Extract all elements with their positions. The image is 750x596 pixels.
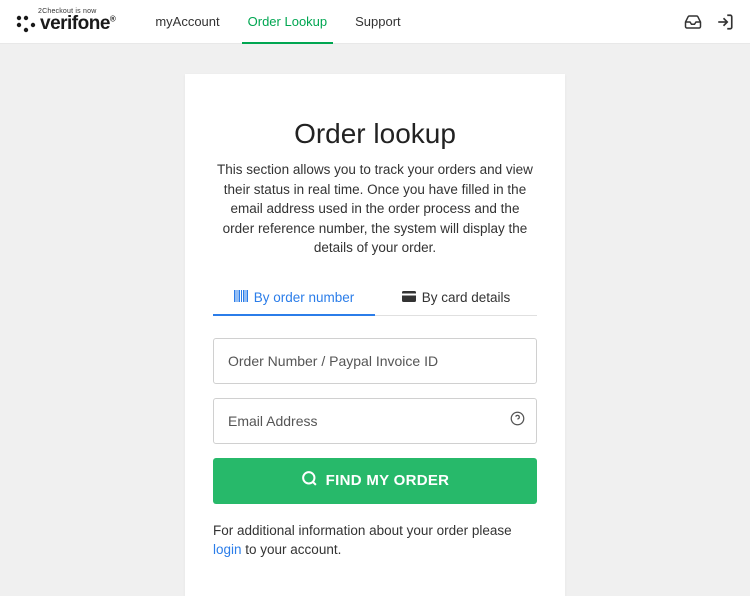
- button-label: FIND MY ORDER: [326, 472, 450, 489]
- tab-by-card-details[interactable]: By card details: [375, 280, 537, 315]
- order-number-field-wrap: [213, 338, 537, 384]
- nav-order-lookup[interactable]: Order Lookup: [234, 0, 342, 43]
- email-field-wrap: [213, 398, 537, 444]
- order-lookup-card: Order lookup This section allows you to …: [185, 74, 565, 596]
- barcode-icon: [234, 290, 248, 305]
- header-icons: [684, 13, 734, 31]
- logo-text: verifone®: [40, 13, 115, 35]
- login-icon[interactable]: [716, 13, 734, 31]
- tab-label: By card details: [422, 290, 511, 305]
- card-icon: [402, 290, 416, 305]
- tab-by-order-number[interactable]: By order number: [213, 280, 375, 315]
- order-number-input[interactable]: [213, 338, 537, 384]
- login-link[interactable]: login: [213, 542, 242, 557]
- find-order-button[interactable]: FIND MY ORDER: [213, 458, 537, 504]
- page-subtitle: This section allows you to track your or…: [213, 160, 537, 258]
- logo[interactable]: 2Checkout is now verifone®: [16, 8, 115, 35]
- inbox-icon[interactable]: [684, 13, 702, 31]
- tab-label: By order number: [254, 290, 355, 305]
- page-title: Order lookup: [213, 118, 537, 150]
- nav-support[interactable]: Support: [341, 0, 415, 43]
- email-input[interactable]: [213, 398, 537, 444]
- lookup-tabs: By order number By card details: [213, 280, 537, 316]
- help-icon[interactable]: [510, 411, 525, 431]
- verifone-dots-icon: [16, 15, 36, 33]
- search-icon: [301, 470, 318, 491]
- nav: myAccount Order Lookup Support: [141, 0, 414, 43]
- footer-text: For additional information about your or…: [213, 522, 537, 560]
- nav-my-account[interactable]: myAccount: [141, 0, 233, 43]
- header: 2Checkout is now verifone® myAccount Ord…: [0, 0, 750, 44]
- main: Order lookup This section allows you to …: [0, 44, 750, 596]
